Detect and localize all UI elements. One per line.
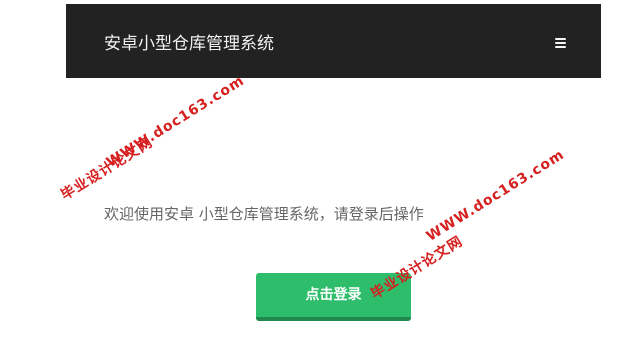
hamburger-menu-icon[interactable] <box>553 35 569 51</box>
screen: 安卓小型仓库管理系统 欢迎使用安卓 小型仓库管理系统，请登录后操作 点击登录 W… <box>0 0 632 360</box>
top-navbar: 安卓小型仓库管理系统 <box>66 4 601 78</box>
welcome-message: 欢迎使用安卓 小型仓库管理系统，请登录后操作 <box>104 205 424 223</box>
app-title: 安卓小型仓库管理系统 <box>104 34 274 54</box>
